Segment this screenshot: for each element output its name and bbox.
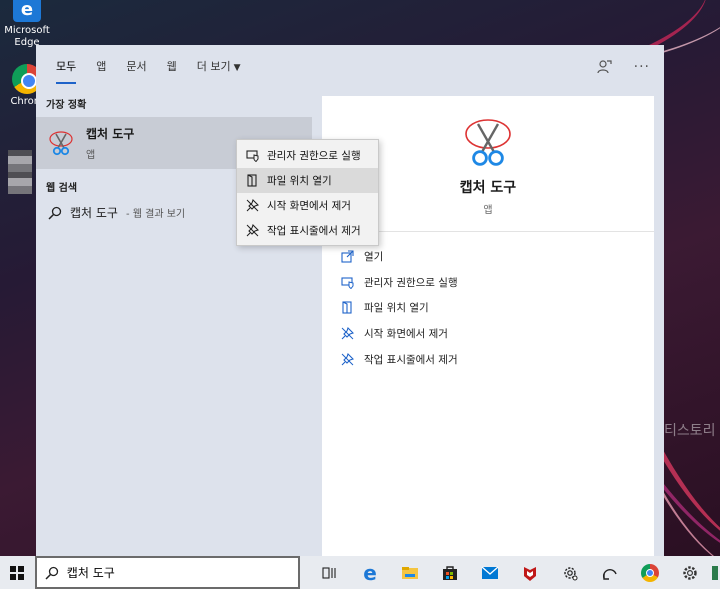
action-open-file-location[interactable]: 파일 위치 열기: [322, 295, 654, 321]
edge-icon: e: [13, 0, 41, 22]
pixelated-icon: [8, 150, 32, 194]
tab-apps[interactable]: 앱: [86, 45, 116, 88]
context-item-unpin-taskbar[interactable]: 작업 표시줄에서 제거: [237, 218, 378, 243]
tab-more[interactable]: 더 보기 ▼: [187, 45, 251, 88]
action-label: 작업 표시줄에서 제거: [364, 353, 458, 366]
partial-app-icon[interactable]: [710, 556, 720, 589]
context-item-run-as-admin[interactable]: 관리자 권한으로 실행: [237, 143, 378, 168]
desktop-icon-edge[interactable]: e Microsoft Edge: [0, 0, 54, 49]
search-icon: [45, 566, 58, 580]
folder-location-icon: [340, 301, 354, 315]
settings-icon[interactable]: [670, 556, 710, 589]
chrome-icon[interactable]: [630, 556, 670, 589]
unpin-icon: [340, 352, 354, 366]
top-icons: ···: [596, 45, 650, 88]
start-button[interactable]: [0, 556, 35, 589]
action-unpin-start[interactable]: 시작 화면에서 제거: [322, 321, 654, 347]
best-match-title: 캡처 도구: [86, 127, 135, 141]
more-options-icon[interactable]: ···: [634, 59, 650, 75]
feedback-icon[interactable]: [590, 556, 630, 589]
open-icon: [340, 250, 354, 264]
context-item-label: 관리자 권한으로 실행: [267, 150, 361, 162]
action-label: 관리자 권한으로 실행: [364, 276, 458, 289]
best-match-subtitle: 앱: [86, 150, 96, 161]
tab-documents[interactable]: 문서: [116, 45, 156, 88]
edge-icon[interactable]: e: [350, 556, 390, 589]
snipping-tool-icon: [465, 119, 511, 166]
taskbar-search-value: 캡처 도구: [66, 566, 115, 580]
web-search-query: 캡처 도구: [70, 206, 118, 220]
desktop-icon-label: Microsoft: [4, 25, 50, 36]
action-open[interactable]: 열기: [322, 244, 654, 270]
settings-gear-icon[interactable]: [550, 556, 590, 589]
taskbar: 캡처 도구 e: [0, 556, 720, 589]
action-run-as-admin[interactable]: 관리자 권한으로 실행: [322, 270, 654, 296]
mcafee-icon[interactable]: [510, 556, 550, 589]
admin-shield-icon: [340, 275, 354, 289]
unpin-icon: [340, 327, 354, 341]
watermark: 티스토리: [664, 423, 716, 439]
taskbar-apps: e: [310, 556, 720, 589]
search-icon: [48, 206, 62, 220]
action-label: 시작 화면에서 제거: [364, 328, 448, 341]
context-item-label: 시작 화면에서 제거: [267, 200, 351, 212]
context-item-unpin-start[interactable]: 시작 화면에서 제거: [237, 193, 378, 218]
task-view-icon[interactable]: [310, 556, 350, 589]
tab-web[interactable]: 웹: [157, 45, 187, 88]
taskbar-search-box[interactable]: 캡처 도구: [34, 556, 300, 589]
tab-more-label: 더 보기: [196, 60, 231, 73]
tab-all[interactable]: 모두: [46, 45, 86, 88]
file-explorer-icon[interactable]: [390, 556, 430, 589]
action-unpin-taskbar[interactable]: 작업 표시줄에서 제거: [322, 346, 654, 372]
web-search-suffix: - 웹 결과 보기: [125, 209, 186, 220]
context-item-label: 파일 위치 열기: [267, 175, 332, 187]
caret-down-icon: ▼: [233, 63, 241, 73]
search-tabs: 모두 앱 문서 웹 더 보기 ▼ ···: [36, 45, 664, 88]
action-label: 열기: [364, 251, 384, 264]
unpin-icon: [245, 224, 259, 238]
folder-location-icon: [245, 174, 259, 188]
detail-actions: 열기 관리자 권한으로 실행 파일 위치 열기 시작 화면에서 제거 작업 표시…: [322, 232, 654, 372]
snipping-tool-icon: [49, 131, 73, 156]
store-icon[interactable]: [430, 556, 470, 589]
feedback-person-icon[interactable]: [596, 59, 612, 75]
context-item-open-file-location[interactable]: 파일 위치 열기: [237, 168, 378, 193]
mail-icon[interactable]: [470, 556, 510, 589]
start-search-panel: 모두 앱 문서 웹 더 보기 ▼ ··· 가장 정확 캡처 도구 앱 웹 검색 …: [36, 45, 664, 556]
windows-logo-icon: [10, 565, 25, 580]
context-menu: 관리자 권한으로 실행 파일 위치 열기 시작 화면에서 제거 작업 표시줄에서…: [236, 139, 379, 246]
unpin-icon: [245, 199, 259, 213]
admin-shield-icon: [245, 149, 259, 163]
context-item-label: 작업 표시줄에서 제거: [267, 225, 361, 237]
action-label: 파일 위치 열기: [364, 302, 429, 315]
section-best-match: 가장 정확: [46, 100, 87, 111]
